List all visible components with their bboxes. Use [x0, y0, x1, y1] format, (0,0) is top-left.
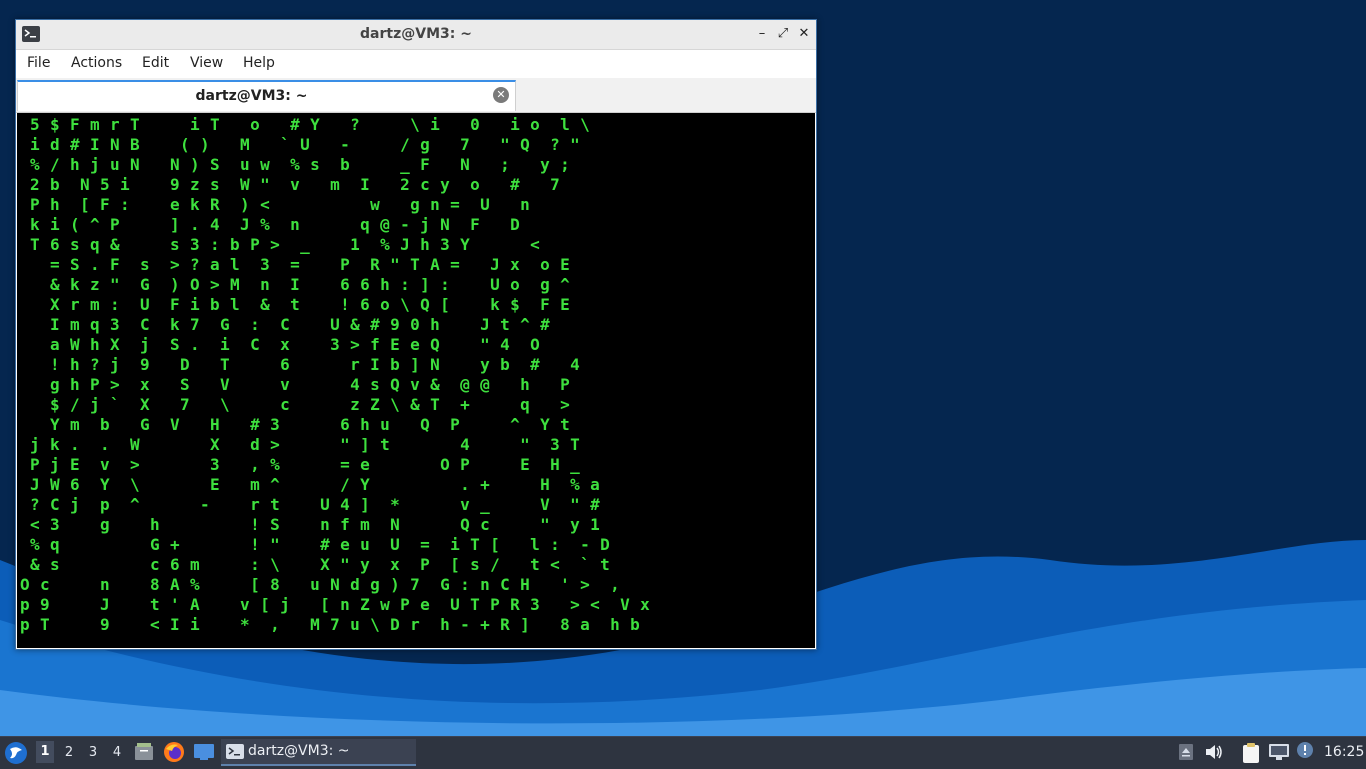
- taskbar: 1 2 3 4 dartz@VM3: ~ 16:25: [0, 736, 1366, 769]
- taskbar-entry-terminal[interactable]: dartz@VM3: ~: [221, 739, 416, 766]
- network-icon[interactable]: [1268, 743, 1290, 761]
- tab-terminal[interactable]: dartz@VM3: ~ ✕: [17, 80, 516, 111]
- window-title: dartz@VM3: ~: [360, 26, 472, 42]
- clock[interactable]: 16:25: [1324, 744, 1364, 760]
- menu-bar: File Actions Edit View Help: [16, 50, 816, 78]
- notification-icon[interactable]: [1296, 741, 1314, 759]
- desktop-switch-1[interactable]: 1: [36, 741, 54, 763]
- minimize-button[interactable]: –: [753, 25, 771, 43]
- terminal-window[interactable]: dartz@VM3: ~ – ⤢ ✕ File Actions Edit Vie…: [15, 19, 817, 650]
- menu-help[interactable]: Help: [243, 55, 275, 71]
- firefox-icon[interactable]: [163, 741, 185, 763]
- taskbar-entry-label: dartz@VM3: ~: [248, 743, 350, 759]
- desktop-icon[interactable]: [193, 743, 215, 761]
- file-manager-icon[interactable]: [134, 742, 154, 762]
- terminal-output: 5 $ F m r T i T o # Y ? \ i 0 i o l \ i …: [20, 115, 651, 634]
- maximize-button[interactable]: ⤢: [774, 25, 792, 43]
- terminal-area[interactable]: 5 $ F m r T i T o # Y ? \ i 0 i o l \ i …: [17, 113, 815, 648]
- eject-icon[interactable]: [1178, 743, 1194, 761]
- desktop-switch-4[interactable]: 4: [109, 745, 125, 760]
- menu-actions[interactable]: Actions: [71, 55, 122, 71]
- menu-file[interactable]: File: [27, 55, 50, 71]
- menu-edit[interactable]: Edit: [142, 55, 169, 71]
- tab-bar: dartz@VM3: ~ ✕: [16, 78, 816, 113]
- tab-close-icon[interactable]: ✕: [493, 87, 509, 103]
- title-bar[interactable]: dartz@VM3: ~ – ⤢ ✕: [16, 20, 816, 50]
- desktop-switch-2[interactable]: 2: [61, 745, 77, 760]
- start-menu-icon[interactable]: [4, 741, 28, 765]
- terminal-icon: [226, 744, 244, 759]
- volume-icon[interactable]: [1204, 743, 1224, 761]
- desktop-switch-3[interactable]: 3: [85, 745, 101, 760]
- clipboard-icon[interactable]: [1241, 742, 1261, 764]
- menu-view[interactable]: View: [190, 55, 223, 71]
- tab-title: dartz@VM3: ~: [195, 88, 308, 104]
- close-button[interactable]: ✕: [795, 25, 813, 43]
